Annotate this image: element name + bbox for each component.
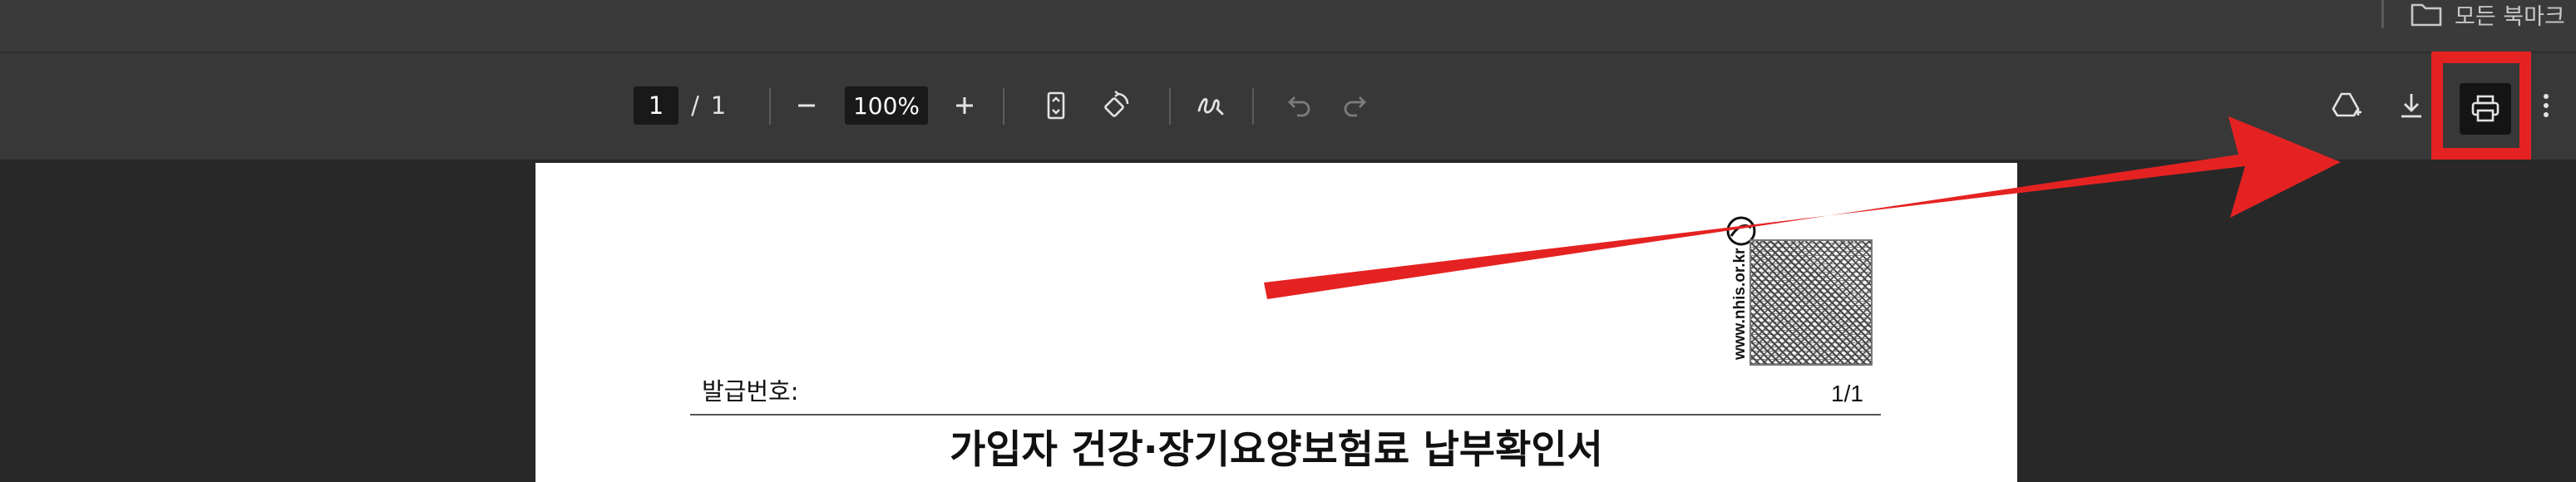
red-arrow-annotation (1264, 116, 2341, 299)
